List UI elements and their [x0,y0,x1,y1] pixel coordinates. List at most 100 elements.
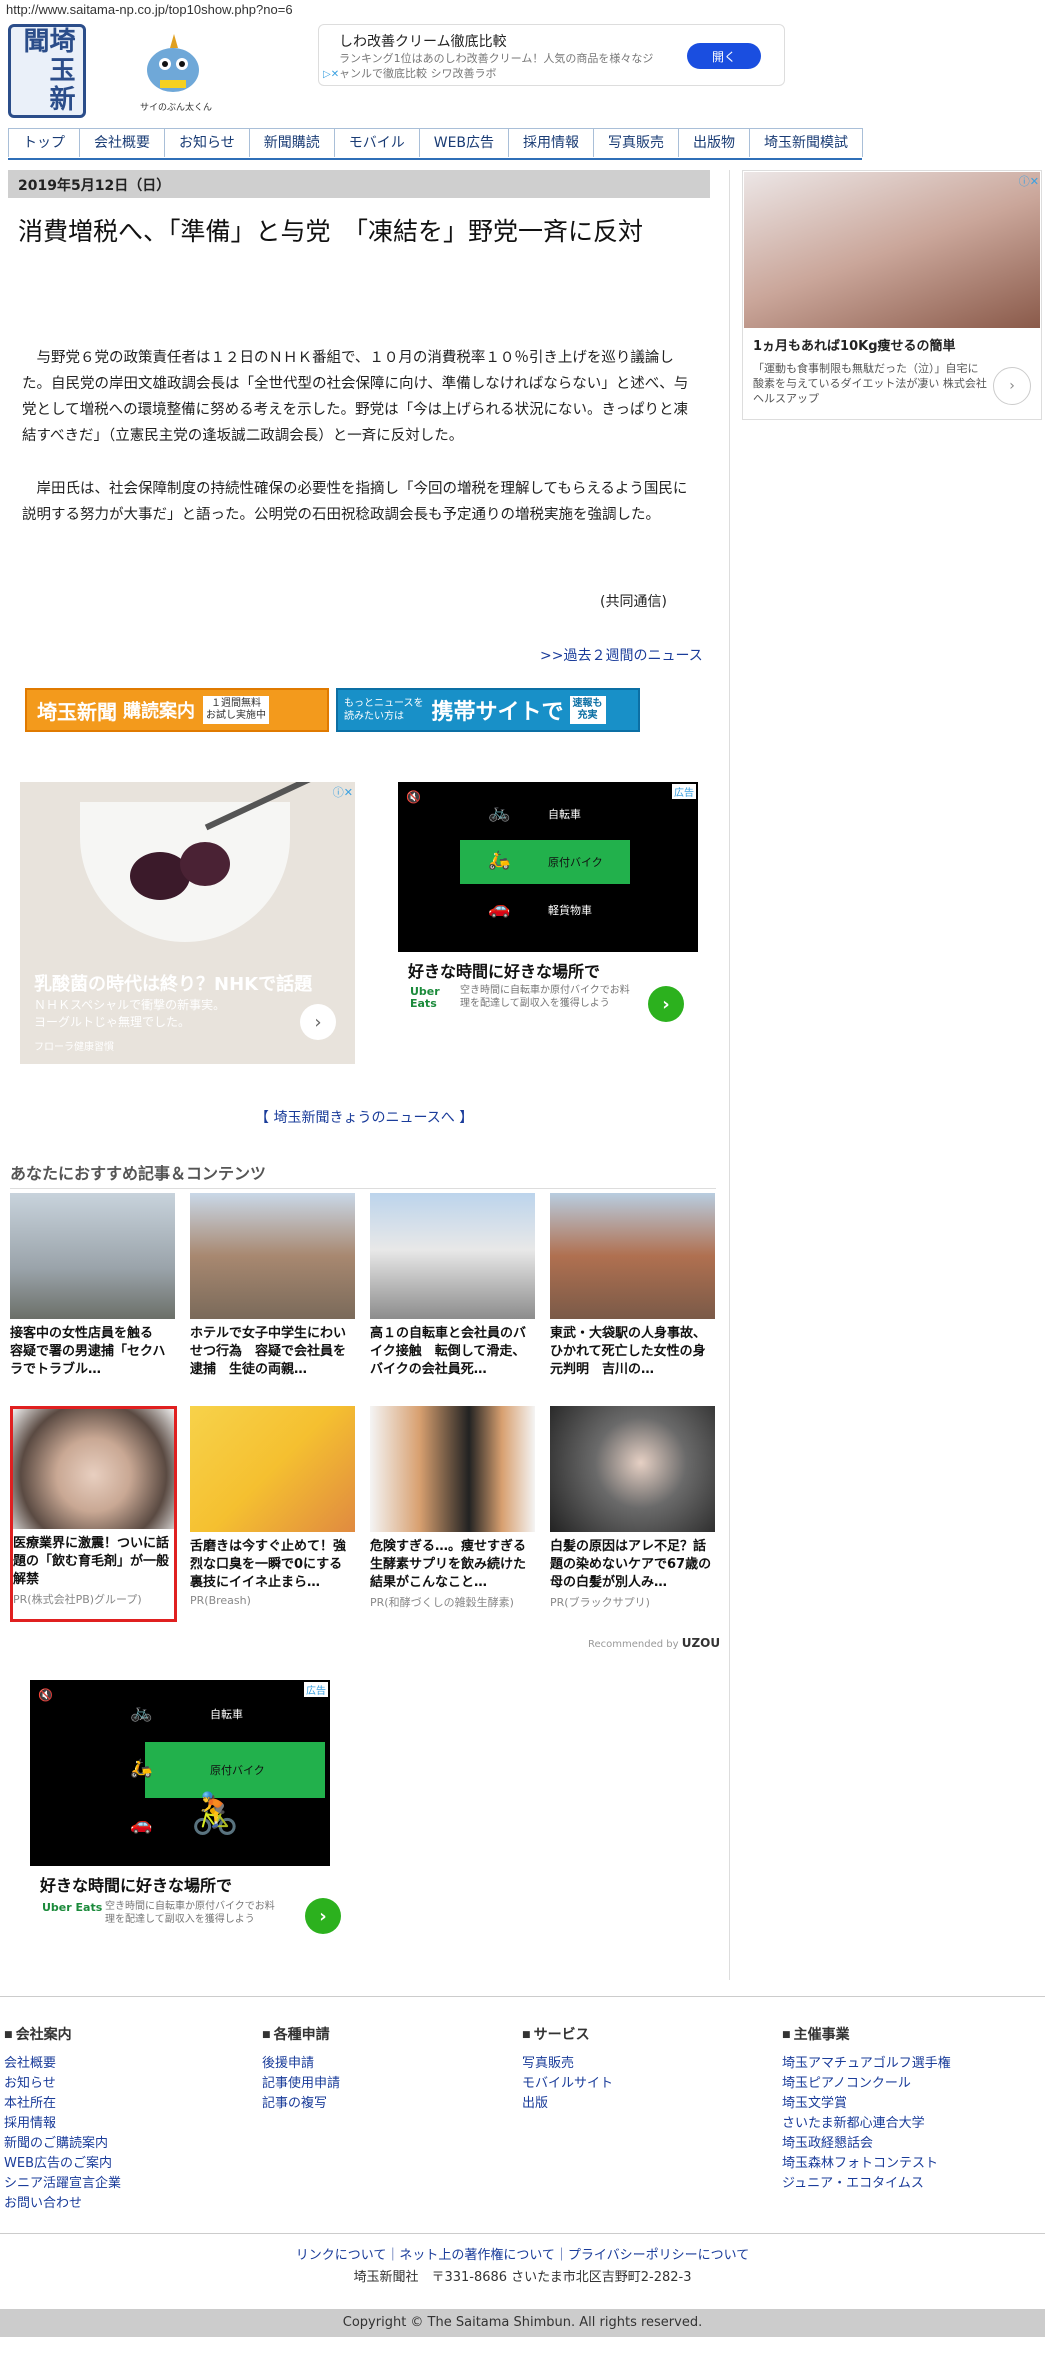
footer-link[interactable]: 記事使用申請 [262,2074,340,2094]
recommended-heading: あなたにおすすめ記事＆コンテンツ [10,1160,716,1189]
bicycle-icon: 🚲 [488,802,511,823]
ad-label: 広告 [672,784,696,799]
uber-ad-desc: 空き時間に自転車か原付バイクでお料理を配達して副収入を獲得しよう [460,985,630,1009]
yogurt-ad[interactable]: 乳酸菌の時代は終り？NHKで話題 ＮＨＫスペシャルで衝撃の新事実。 ヨーグルトじ… [20,782,355,1064]
footer-link[interactable]: 本社所在 [4,2094,121,2114]
diet-image [370,1406,535,1532]
footer-link[interactable]: 埼玉政経懇話会 [782,2134,951,2154]
footer-link[interactable]: 写真販売 [522,2054,613,2074]
footer-policy-links[interactable]: リンクについて｜ネット上の著作権について｜プライバシーポリシーについて [0,2244,1045,2263]
nav-photo-sales[interactable]: 写真販売 [593,128,680,157]
past-two-weeks-link[interactable]: >>過去２週間のニュース [540,645,703,665]
arrow-right-icon[interactable]: › [305,1898,341,1934]
nav-mock-exam[interactable]: 埼玉新聞模試 [749,128,864,157]
banner-mobile-small: もっとニュースを 読みたい方は [344,698,424,722]
recommended-by-text: Recommended by [588,1639,679,1650]
yogurt-ad-headline: 乳酸菌の時代は終り？NHKで話題 [34,974,313,995]
footer-link[interactable]: さいたま新都心連合大学 [782,2114,951,2134]
rec-card-caption: 東武・大袋駅の人身事故、ひかれて死亡した女性の身元判明 吉川の… [550,1326,707,1377]
footer-divider [0,2233,1045,2234]
footer-link[interactable]: 埼玉ピアノコンクール [782,2074,951,2094]
uber-eats-ad-1[interactable]: 🔇 🚲 自転車 🛵 原付バイク 🚗 軽貨物車 広告 好きな時間に好きな場所で U… [398,782,698,1042]
footer-col-applications: 各種申請 後援申請 記事使用申請 記事の複写 [262,2024,340,2114]
police-building-image [10,1193,175,1319]
rec-card-caption: 医療業界に激震！ついに話題の「飲む育毛剤」が一般解禁 [13,1536,170,1587]
mute-icon[interactable]: 🔇 [38,1688,53,1702]
today-news-link[interactable]: 【 埼玉新聞きょうのニュースへ 】 [255,1107,473,1127]
rec-card-caption: ホテルで女子中学生にわいせつ行為 容疑で会社員を逮捕 生徒の両親… [190,1326,347,1377]
police-building-image [550,1193,715,1319]
footer-link[interactable]: 出版 [522,2094,613,2114]
footer-col-services: サービス 写真販売 モバイルサイト 出版 [522,2024,613,2114]
address-bar-url[interactable]: http://www.saitama-np.co.jp/top10show.ph… [6,2,293,17]
ad-video[interactable]: 🔇 🚲 自転車 🛵 原付バイク 🚗 🚴 [30,1680,330,1866]
nav-mobile[interactable]: モバイル [333,128,420,157]
top-ad-open-button[interactable]: 開く [687,43,761,69]
rhino-mascot-icon [147,34,199,92]
rec-card[interactable]: 東武・大袋駅の人身事故、ひかれて死亡した女性の身元判明 吉川の… [550,1193,715,1379]
adchoices-icon[interactable]: ▷✕ [323,69,339,80]
nav-top[interactable]: トップ [8,128,80,157]
nav-publications[interactable]: 出版物 [678,128,751,157]
article-paragraph-1: 与野党６党の政策責任者は１２日のＮＨＫ番組で、１０月の消費税率１０％引き上げを巡… [22,350,689,444]
rec-card-pr[interactable]: 舌磨きは今すぐ止めて！強烈な口臭を一瞬で0にする裏技にイイネ止まら… PR(Br… [190,1406,355,1607]
chevron-right-icon[interactable]: › [300,1004,336,1040]
subscription-banner[interactable]: 埼玉新聞 購読案内 １週間無料 お試し実施中 [25,688,329,732]
sidebar-ad-title: 1ヵ月もあれば10Kg痩せるの簡単 [753,339,956,354]
sidebar-ad[interactable]: 1ヵ月もあれば10Kg痩せるの簡単 「運動も食事制限も無駄だった（泣）」自宅に酸… [742,170,1042,420]
rec-card[interactable]: 接客中の女性店員を触る 容疑で署の男逮捕「セクハラでトラブル… [10,1193,175,1379]
saitama-shimbun-logo[interactable]: 埼玉新聞 [8,24,86,118]
arrow-right-icon[interactable]: › [648,986,684,1022]
rec-card-pr[interactable]: 医療業界に激震！ついに話題の「飲む育毛剤」が一般解禁 PR(株式会社PB)グルー… [10,1406,177,1622]
mobile-site-banner[interactable]: もっとニュースを 読みたい方は 携帯サイトで 速報も 充実 [336,688,640,732]
ad-row-highlight [460,840,630,884]
footer-link[interactable]: 後援申請 [262,2054,340,2074]
footer-link[interactable]: お知らせ [4,2074,121,2094]
uber-eats-logo: Uber Eats [42,1901,103,1914]
column-divider [729,170,730,1980]
mute-icon[interactable]: 🔇 [406,790,421,804]
nav-web-ad[interactable]: WEB広告 [418,128,510,157]
footer-link[interactable]: 埼玉森林フォトコンテスト [782,2154,951,2174]
footer-link[interactable]: シニア活躍宣言企業 [4,2174,121,2194]
footer-link[interactable]: WEB広告のご案内 [4,2154,121,2174]
footer-link[interactable]: お問い合わせ [4,2194,121,2214]
footer-link[interactable]: 新聞のご購読案内 [4,2134,121,2154]
footer-heading: サービス [522,2024,613,2044]
ad-video[interactable]: 🔇 🚲 自転車 🛵 原付バイク 🚗 軽貨物車 [398,782,698,952]
footer-link[interactable]: 埼玉アマチュアゴルフ選手権 [782,2054,951,2074]
nav-notice[interactable]: お知らせ [164,128,250,157]
footer-link[interactable]: 採用情報 [4,2114,121,2134]
uber-eats-ad-2[interactable]: 🔇 🚲 自転車 🛵 原付バイク 🚗 🚴 広告 好きな時間に好きな場所で Uber… [30,1680,341,1942]
top-banner-ad[interactable]: しわ改善クリーム徹底比較 ランキング1位はあのしわ改善クリーム！人気の商品を様々… [318,24,785,86]
adchoices-icon[interactable]: ⓘ✕ [333,784,353,800]
banner-mobile-text: 携帯サイトで [431,700,564,725]
nav-subscribe[interactable]: 新聞購読 [248,128,335,157]
gray-hair-woman-image [550,1406,715,1532]
adchoices-icon[interactable]: ⓘ✕ [1019,173,1039,189]
yogurt-ad-advertiser: フローラ健康習慣 [34,1042,114,1053]
rec-card-pr-label: PR(Breash) [190,1594,251,1607]
rec-card[interactable]: 高１の自転車と会社員のバイク接触 転倒して滑走、バイクの会社員死… [370,1193,535,1379]
uber-ad-headline: 好きな時間に好きな場所で [408,962,601,981]
courier-cyclist-icon: 🚴 [190,1791,240,1837]
banner-logo: 埼玉新聞 [37,699,117,724]
footer-heading: 会社案内 [4,2024,121,2044]
rec-card-pr-label: PR(ブラックサプリ) [550,1596,650,1609]
rec-card[interactable]: ホテルで女子中学生にわいせつ行為 容疑で会社員を逮捕 生徒の両親… [190,1193,355,1379]
footer-link[interactable]: ジュニア・エコタイムス [782,2174,951,2194]
nav-recruit[interactable]: 採用情報 [508,128,595,157]
footer-link[interactable]: 記事の複写 [262,2094,340,2114]
footer-link[interactable]: モバイルサイト [522,2074,613,2094]
footer-link[interactable]: 会社概要 [4,2054,121,2074]
hair-loss-image [13,1409,174,1529]
footer-link[interactable]: 埼玉文学賞 [782,2094,951,2114]
rec-card-pr[interactable]: 危険すぎる…。痩せすぎる生酵素サプリを飲み続けた結果がこんなこと… PR(和酵づ… [370,1406,535,1610]
chevron-right-icon[interactable]: › [993,367,1031,405]
scooter-icon: 🛵 [130,1758,153,1779]
diet-photo [744,172,1040,328]
nav-company[interactable]: 会社概要 [79,128,165,157]
rec-card-pr[interactable]: 白髪の原因はアレ不足？話題の染めないケアで67歳の母の白髪が別人み… PR(ブラ… [550,1406,715,1610]
uber-ad-headline: 好きな時間に好きな場所で [40,1876,233,1895]
uzou-logo: UZOU [681,1636,721,1650]
